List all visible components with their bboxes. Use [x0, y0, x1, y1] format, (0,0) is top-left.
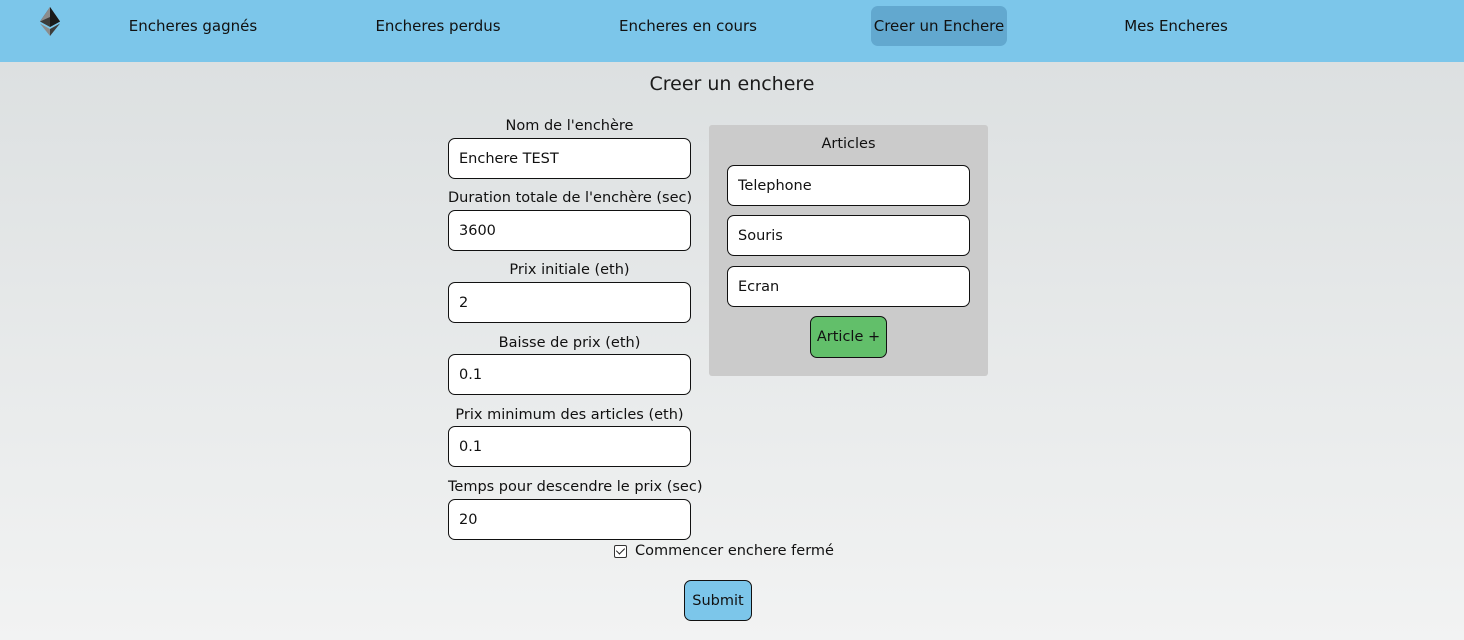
initial-price-label: Prix initiale (eth)	[509, 262, 630, 278]
top-navbar: Encheres gagnés Encheres perdus Encheres…	[0, 0, 1464, 62]
start-closed-row[interactable]: Commencer enchere fermé	[614, 541, 834, 561]
ethereum-icon[interactable]	[40, 7, 60, 36]
total-duration-label: Duration totale de l'enchère (sec)	[448, 190, 693, 206]
page-title: Creer un enchere	[649, 73, 815, 95]
article-input-souris[interactable]	[727, 215, 970, 256]
total-duration-input[interactable]	[448, 210, 691, 251]
articles-title: Articles	[821, 136, 876, 152]
auction-name-input[interactable]	[448, 138, 691, 179]
nav-creer-enchere[interactable]: Creer un Enchere	[871, 6, 1007, 46]
price-drop-input[interactable]	[448, 354, 691, 395]
nav-encheres-en-cours[interactable]: Encheres en cours	[615, 6, 761, 46]
add-article-button[interactable]: Article +	[810, 316, 887, 358]
price-drop-time-input[interactable]	[448, 499, 691, 540]
submit-button[interactable]: Submit	[684, 580, 752, 621]
nav-mes-encheres[interactable]: Mes Encheres	[1118, 6, 1234, 46]
article-input-telephone[interactable]	[727, 165, 970, 206]
minimum-price-label: Prix minimum des articles (eth)	[455, 407, 684, 423]
price-drop-time-label: Temps pour descendre le prix (sec)	[448, 479, 703, 495]
articles-panel: Articles Article +	[709, 125, 988, 376]
initial-price-input[interactable]	[448, 282, 691, 323]
price-drop-label: Baisse de prix (eth)	[498, 335, 641, 351]
nav-encheres-gagnes[interactable]: Encheres gagnés	[125, 6, 261, 46]
start-closed-label: Commencer enchere fermé	[635, 543, 834, 559]
minimum-price-input[interactable]	[448, 426, 691, 467]
article-input-ecran[interactable]	[727, 266, 970, 307]
auction-name-label: Nom de l'enchère	[505, 118, 634, 134]
nav-encheres-perdus[interactable]: Encheres perdus	[371, 6, 505, 46]
start-closed-checkbox[interactable]	[614, 544, 627, 558]
